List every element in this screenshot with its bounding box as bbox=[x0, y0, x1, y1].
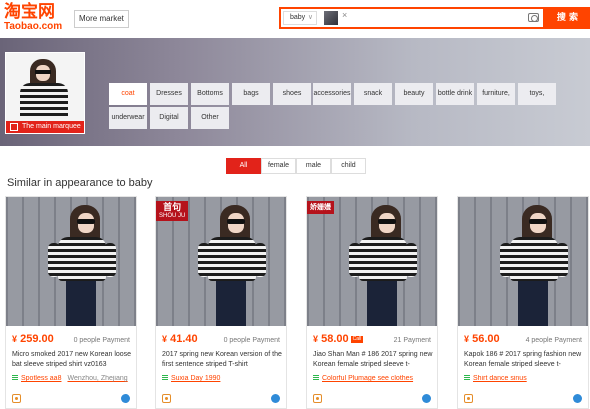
payment-count: 0 people Payment bbox=[223, 337, 280, 344]
chat-icon[interactable] bbox=[573, 394, 582, 403]
filter-male[interactable]: male bbox=[296, 158, 331, 174]
store-icon[interactable] bbox=[162, 394, 171, 403]
search-bar: baby ∨ × 搜 索 bbox=[279, 7, 590, 29]
chevron-down-icon: ∨ bbox=[307, 14, 313, 21]
category-other[interactable]: Other bbox=[191, 107, 229, 129]
shop-link[interactable]: Shirt dance sinus bbox=[464, 375, 586, 382]
payment-count: 21 Payment bbox=[393, 337, 431, 344]
product-image[interactable]: 首句 SHOU JU bbox=[156, 197, 286, 326]
store-icon[interactable] bbox=[12, 394, 21, 403]
product-title[interactable]: Kapok 186 # 2017 spring fashion new Kore… bbox=[464, 350, 586, 370]
brand-tag: 首句 SHOU JU bbox=[156, 201, 189, 221]
chat-icon[interactable] bbox=[271, 394, 280, 403]
chat-icon[interactable] bbox=[422, 394, 431, 403]
payment-count: 4 people Payment bbox=[525, 337, 582, 344]
category-bags[interactable]: bags bbox=[232, 83, 270, 105]
image-search-banner: The main marquee coat Dresses Bottoms ba… bbox=[0, 38, 590, 146]
category-bottoms[interactable]: Bottoms bbox=[191, 83, 229, 105]
main-marquee-button[interactable]: The main marquee bbox=[6, 121, 84, 133]
shop-icon bbox=[313, 375, 319, 382]
category-dresses[interactable]: Dresses bbox=[150, 83, 188, 105]
category-toys[interactable]: toys, bbox=[518, 83, 556, 105]
category-underwear[interactable]: underwear bbox=[109, 107, 147, 129]
product-title[interactable]: Micro smoked 2017 new Korean loose bat s… bbox=[12, 350, 134, 370]
crop-icon bbox=[10, 123, 18, 131]
product-price: ¥ 41.40 bbox=[162, 333, 198, 345]
category-beauty[interactable]: beauty bbox=[395, 83, 433, 105]
taobao-logo[interactable]: 淘宝网 Taobao.com bbox=[4, 3, 70, 35]
shop-link[interactable]: Spotless aa8 Wenzhou, Zhejiang bbox=[12, 375, 134, 382]
more-market-button[interactable]: More market bbox=[74, 10, 129, 28]
shop-icon bbox=[12, 375, 18, 382]
category-bottle-drink[interactable]: bottle drink bbox=[436, 83, 474, 105]
category-digital[interactable]: Digital bbox=[150, 107, 188, 129]
brand-tag: 娇姗嫚 bbox=[307, 201, 334, 214]
product-title[interactable]: 2017 spring new Korean version of the fi… bbox=[162, 350, 284, 370]
product-title[interactable]: Jiao Shan Man # 186 2017 spring new Kore… bbox=[313, 350, 435, 370]
logo-chinese-text: 淘宝网 bbox=[4, 2, 55, 22]
search-button[interactable]: 搜 索 bbox=[543, 7, 590, 29]
category-shoes[interactable]: shoes bbox=[273, 83, 311, 105]
call-badge: Call bbox=[350, 335, 364, 343]
product-card[interactable]: ¥ 56.00 4 people Payment Kapok 186 # 201… bbox=[457, 196, 589, 409]
shop-icon bbox=[464, 375, 470, 382]
search-scope-select[interactable]: baby ∨ bbox=[283, 11, 317, 25]
product-card[interactable]: ¥ 259.00 0 people Payment Micro smoked 2… bbox=[5, 196, 137, 409]
shop-location: Wenzhou, Zhejiang bbox=[67, 375, 128, 382]
category-coat[interactable]: coat bbox=[109, 83, 147, 105]
payment-count: 0 people Payment bbox=[73, 337, 130, 344]
product-card[interactable]: 首句 SHOU JU ¥ 41.40 0 people Payment 2017 … bbox=[155, 196, 287, 409]
product-image[interactable]: 娇姗嫚 bbox=[307, 197, 437, 326]
search-image-thumbnail bbox=[324, 11, 338, 25]
close-icon[interactable]: × bbox=[342, 10, 347, 20]
store-icon[interactable] bbox=[313, 394, 322, 403]
query-image[interactable]: The main marquee bbox=[5, 52, 85, 134]
marquee-label: The main marquee bbox=[22, 123, 81, 130]
filter-all[interactable]: All bbox=[226, 158, 261, 174]
filter-female[interactable]: female bbox=[261, 158, 296, 174]
camera-icon[interactable] bbox=[528, 13, 539, 22]
section-title: Similar in appearance to baby bbox=[7, 177, 153, 189]
top-header: 淘宝网 Taobao.com More market baby ∨ × 搜 索 bbox=[0, 0, 590, 38]
product-price: ¥ 58.00 Call bbox=[313, 333, 364, 345]
product-image[interactable] bbox=[458, 197, 588, 326]
shop-icon bbox=[162, 375, 168, 382]
product-card[interactable]: 娇姗嫚 ¥ 58.00 Call 21 Payment Jiao Shan Man… bbox=[306, 196, 438, 409]
search-scope-label: baby bbox=[290, 14, 306, 21]
shop-link[interactable]: Colorful Plumage see clothes bbox=[313, 375, 435, 382]
shop-link[interactable]: Suxia Day 1990 bbox=[162, 375, 284, 382]
category-furniture[interactable]: furniture, bbox=[477, 83, 515, 105]
category-snack[interactable]: snack bbox=[354, 83, 392, 105]
product-image[interactable] bbox=[6, 197, 136, 326]
category-accessories[interactable]: accessories bbox=[313, 83, 351, 105]
filter-child[interactable]: child bbox=[331, 158, 366, 174]
product-price: ¥ 56.00 bbox=[464, 333, 500, 345]
logo-english-text: Taobao.com bbox=[4, 21, 63, 32]
store-icon[interactable] bbox=[464, 394, 473, 403]
chat-icon[interactable] bbox=[121, 394, 130, 403]
product-price: ¥ 259.00 bbox=[12, 333, 54, 345]
